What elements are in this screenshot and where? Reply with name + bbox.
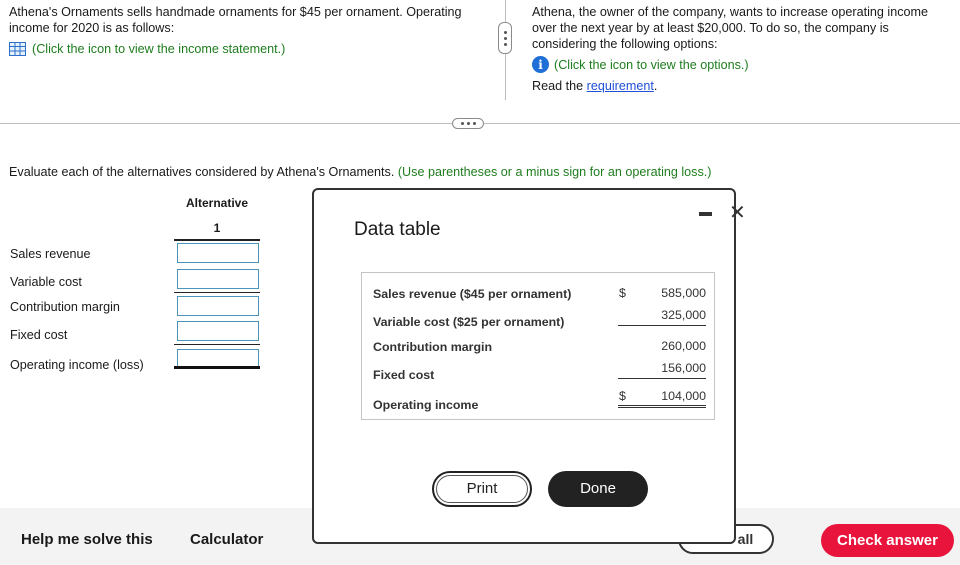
dt-underline: [618, 378, 706, 379]
instruction-text: Evaluate each of the alternatives consid…: [9, 165, 398, 179]
dt-dollar: $: [619, 286, 626, 300]
row-label-operating-income: Operating income (loss): [10, 358, 144, 372]
modal-title: Data table: [354, 219, 441, 240]
row-label-sales-revenue: Sales revenue: [10, 247, 91, 261]
data-table-modal: Data table ✕ Sales revenue ($45 per orna…: [312, 188, 746, 544]
alternative-column-number: 1: [213, 221, 221, 235]
dt-dollar: $: [619, 389, 626, 403]
income-statement-table: Sales revenue ($45 per ornament) $ 585,0…: [361, 272, 715, 420]
read-prefix: Read the: [532, 79, 587, 93]
dt-label: Contribution margin: [373, 340, 493, 354]
dt-value: 325,000: [661, 308, 706, 322]
input-fixed-cost[interactable]: [177, 321, 259, 341]
print-label: Print: [436, 475, 528, 503]
dt-label: Variable cost ($25 per ornament): [373, 315, 565, 329]
dt-label: Sales revenue ($45 per ornament): [373, 287, 572, 301]
options-text: Athena, the owner of the company, wants …: [532, 5, 929, 51]
read-requirement-line: Read the requirement.: [532, 78, 952, 94]
dt-value: 104,000: [661, 389, 706, 403]
dt-underline: [618, 325, 706, 326]
vertical-splitter-handle[interactable]: [498, 22, 512, 54]
alternative-header: Alternative: [185, 196, 249, 210]
row-label-variable-cost: Variable cost: [10, 275, 82, 289]
dt-label: Operating income: [373, 398, 479, 412]
header-rule: [174, 239, 260, 241]
instruction-hint: (Use parentheses or a minus sign for an …: [397, 165, 712, 179]
right-intro-panel: Athena, the owner of the company, wants …: [532, 4, 952, 94]
requirement-link[interactable]: requirement: [587, 79, 654, 93]
row-label-contribution-margin: Contribution margin: [10, 300, 120, 314]
double-underline-operating-income: [174, 366, 260, 369]
input-contribution-margin[interactable]: [177, 296, 259, 316]
input-variable-cost[interactable]: [177, 269, 259, 289]
print-button[interactable]: Print: [432, 471, 532, 507]
underline-fixed-cost: [174, 344, 260, 345]
check-answer-button[interactable]: Check answer: [821, 524, 954, 557]
options-link[interactable]: (Click the icon to view the options.): [554, 57, 749, 73]
read-suffix: .: [653, 79, 658, 93]
done-button[interactable]: Done: [548, 471, 648, 507]
help-me-solve-button[interactable]: Help me solve this: [21, 531, 153, 548]
row-label-fixed-cost: Fixed cost: [10, 328, 68, 342]
info-icon[interactable]: i: [532, 56, 549, 73]
horizontal-splitter-handle[interactable]: [452, 118, 484, 129]
intro-text: Athena's Ornaments sells handmade orname…: [9, 5, 462, 35]
minimize-icon[interactable]: [699, 212, 712, 216]
close-icon[interactable]: ✕: [729, 203, 746, 223]
instruction: Evaluate each of the alternatives consid…: [9, 165, 711, 179]
underline-variable-cost: [174, 292, 260, 293]
table-icon[interactable]: [9, 42, 26, 56]
calculator-button[interactable]: Calculator: [190, 531, 263, 548]
input-sales-revenue[interactable]: [177, 243, 259, 263]
dt-label: Fixed cost: [373, 368, 435, 382]
dt-value: 585,000: [661, 286, 706, 300]
dt-value: 156,000: [661, 361, 706, 375]
income-statement-link[interactable]: (Click the icon to view the income state…: [32, 41, 285, 57]
left-intro-panel: Athena's Ornaments sells handmade orname…: [9, 4, 489, 57]
dt-double-underline: [618, 405, 706, 408]
dt-value: 260,000: [661, 339, 706, 353]
